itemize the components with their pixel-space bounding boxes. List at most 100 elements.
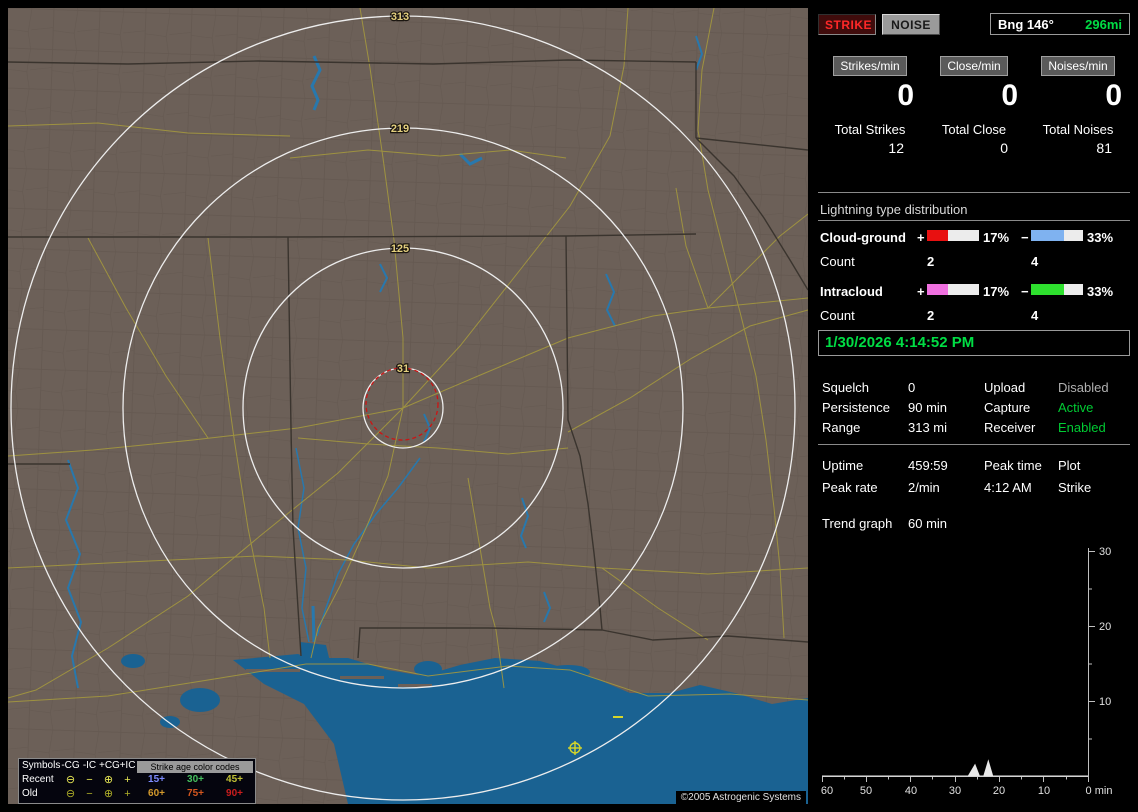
x-tick-0-min: 0 min — [1086, 785, 1113, 797]
legend-age-header: Strike age color codes — [137, 760, 253, 773]
old-neg-cg-icon: ⊖ — [65, 787, 76, 800]
trend-axes — [822, 548, 1095, 782]
x-tick-10: 10 — [1038, 785, 1050, 797]
close-column: Close/min 0 Total Close 0 — [922, 56, 1026, 156]
peak-rate-label: Peak rate — [822, 480, 878, 495]
map-svg: 313 219 125 31 — [8, 8, 808, 804]
bearing-label: Bng 146° — [998, 16, 1054, 32]
age-90: 90+ — [226, 788, 243, 799]
cg-neg-bar — [1031, 230, 1083, 241]
noise-button[interactable]: NOISE — [882, 14, 940, 35]
squelch-label: Squelch — [822, 380, 869, 395]
legend-old-row: Old ⊖ − ⊕ + 60+ 75+ 90+ — [19, 787, 255, 801]
legend-symbols-header: Symbols — [22, 760, 61, 771]
copyright-text: ©2005 Astrogenic Systems — [675, 791, 806, 804]
noises-per-min-box: Noises/min — [1041, 56, 1115, 76]
cg-neg-bar-fill — [1031, 230, 1065, 241]
settings-row-range: Range 313 mi Receiver Enabled — [818, 420, 1130, 436]
age-60: 60+ — [148, 788, 165, 799]
cg-pos-bar-fill — [927, 230, 948, 241]
ring-label-313: 313 — [391, 11, 409, 23]
timestamp-display: 1/30/2026 4:14:52 PM — [818, 330, 1130, 356]
squelch-value: 0 — [908, 380, 916, 395]
capture-label: Capture — [984, 400, 1031, 415]
legend-old-label: Old — [22, 788, 38, 799]
trend-graph-span: 60 min — [908, 516, 948, 531]
bearing-display: Bng 146° 296mi — [990, 13, 1130, 35]
persistence-value: 90 min — [908, 400, 948, 415]
close-per-min-box: Close/min — [940, 56, 1008, 76]
total-close-label: Total Close — [941, 122, 1007, 137]
close-per-min-value: 0 — [1001, 79, 1018, 112]
ring-label-125: 125 — [391, 243, 409, 255]
ic-neg-bar-fill — [1031, 284, 1065, 295]
divider — [818, 444, 1130, 445]
age-15: 15+ — [148, 774, 165, 785]
cg-pos-bar — [927, 230, 979, 241]
minus-sign: − — [1021, 230, 1029, 245]
age-45: 45+ — [226, 774, 243, 785]
cg-count-row: Count 2 4 — [818, 254, 1130, 270]
ic-pos-bar-fill — [927, 284, 948, 295]
ic-count-row: Count 2 4 — [818, 308, 1130, 324]
x-tick-40: 40 — [905, 785, 917, 797]
lightning-map[interactable]: 313 219 125 31 Symbols -CG -IC +CG +IC S… — [8, 8, 808, 804]
minus-sign: − — [1021, 284, 1029, 299]
total-strikes-value: 12 — [888, 140, 904, 156]
y-tick-20: 20 — [1099, 621, 1111, 633]
plus-sign: + — [917, 284, 925, 299]
nexstorm-app: { "colors": { "accent_green": "#00dd44",… — [0, 0, 1138, 812]
total-close-value: 0 — [1000, 140, 1008, 156]
peak-time-label: Peak time — [984, 458, 1042, 473]
distribution-row-intracloud: Intracloud + 17% − 33% — [818, 284, 1130, 300]
receiver-label: Receiver — [984, 420, 1036, 435]
bearing-range: 296mi — [1085, 16, 1122, 32]
peak-rate-value: 2/min — [908, 480, 940, 495]
strikes-per-min-value: 0 — [897, 79, 914, 112]
distribution-title: Lightning type distribution — [820, 202, 968, 217]
total-strikes-label: Total Strikes — [834, 122, 906, 137]
ic-pos-pct: 17% — [983, 284, 1010, 299]
cg-neg-count: 4 — [1031, 254, 1039, 269]
uptime-label: Uptime — [822, 458, 864, 473]
noises-column: Noises/min 0 Total Noises 81 — [1026, 56, 1130, 156]
age-30: 30+ — [187, 774, 204, 785]
status-panel: STRIKE NOISE Bng 146° 296mi Strikes/min … — [818, 8, 1130, 804]
trend-spikes — [822, 759, 1088, 777]
ring-label-31: 31 — [397, 363, 409, 375]
plot-label: Plot — [1058, 458, 1081, 473]
distribution-underline — [818, 220, 1130, 221]
plus-sign: + — [917, 230, 925, 245]
persistence-label: Persistence — [822, 400, 890, 415]
strike-button[interactable]: STRIKE — [818, 14, 876, 35]
x-tick-30: 30 — [949, 785, 961, 797]
status-row-2: Peak rate 2/min 4:12 AM Strike — [818, 480, 1130, 496]
map-legend: Symbols -CG -IC +CG +IC Strike age color… — [18, 758, 256, 804]
ring-label-219: 219 — [391, 123, 409, 135]
divider — [818, 192, 1130, 193]
ic-neg-bar — [1031, 284, 1083, 295]
x-tick-60: 60 — [821, 785, 833, 797]
cg-neg-pct: 33% — [1087, 230, 1114, 245]
receiver-status: Enabled — [1058, 420, 1106, 435]
count-label: Count — [820, 254, 855, 269]
cg-pos-count: 2 — [927, 254, 935, 269]
total-noises-label: Total Noises — [1042, 122, 1114, 137]
x-tick-20: 20 — [993, 785, 1005, 797]
legend-col-neg-cg: -CG — [61, 760, 80, 771]
range-value: 313 mi — [908, 420, 948, 435]
y-tick-30: 30 — [1099, 546, 1111, 558]
legend-recent-label: Recent — [22, 774, 54, 785]
legend-col-neg-ic: -IC — [82, 760, 97, 771]
trend-graph-label: Trend graph — [822, 516, 893, 531]
plot-value: Strike — [1058, 480, 1092, 495]
recent-neg-cg-icon: ⊖ — [65, 773, 76, 786]
rate-stats: Strikes/min 0 Total Strikes 12 Close/min… — [818, 56, 1130, 156]
legend-header-row: Symbols -CG -IC +CG +IC Strike age color… — [19, 759, 255, 773]
range-label: Range — [822, 420, 861, 435]
status-row-1: Uptime 459:59 Peak time Plot — [818, 458, 1130, 474]
noises-per-min-value: 0 — [1105, 79, 1122, 112]
y-tick-10: 10 — [1099, 696, 1111, 708]
trend-tick-labels: 30 20 10 60 50 40 30 20 10 0 min — [821, 546, 1113, 797]
ic-pos-bar — [927, 284, 979, 295]
